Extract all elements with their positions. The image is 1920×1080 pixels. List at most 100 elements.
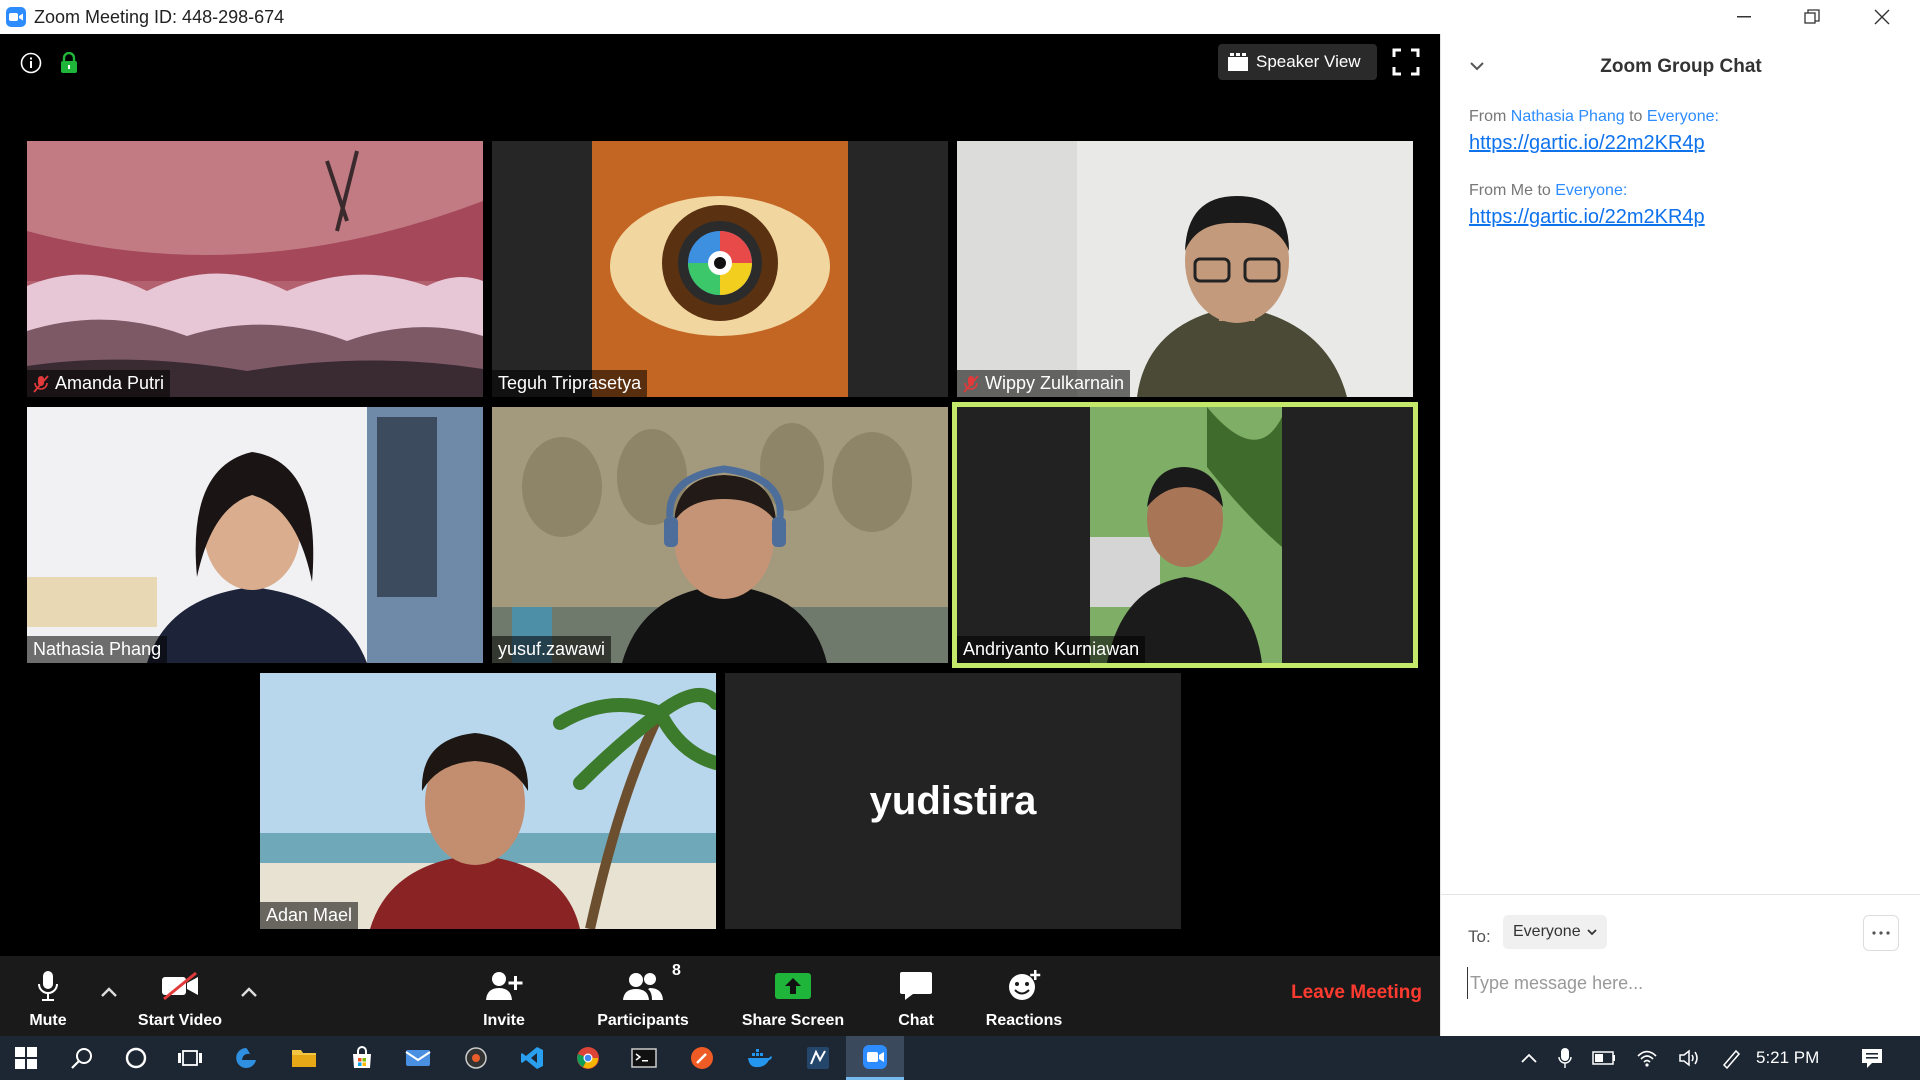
notification-icon [1862,1049,1882,1068]
title-bar: Zoom Meeting ID: 448-298-674 [0,0,1920,34]
taskbar-app[interactable] [392,1036,444,1080]
recipient-dropdown[interactable]: Everyone [1503,915,1607,949]
participant-tile[interactable]: Amanda Putri [27,141,483,397]
participant-tile[interactable]: Wippy Zulkarnain [957,141,1413,397]
chat-button[interactable]: Chat [888,956,944,1036]
cortana-circle-icon [125,1047,147,1069]
chat-message-link[interactable]: https://gartic.io/22m2KR4p [1469,206,1899,229]
message-recipient: Everyone: [1646,108,1719,125]
terminal-icon [631,1048,657,1068]
start-video-button[interactable]: Start Video [130,956,230,1036]
volume-icon[interactable] [1678,1048,1700,1068]
taskbar-app[interactable] [336,1036,388,1080]
info-icon[interactable] [20,52,42,74]
taskbar-app[interactable] [734,1036,786,1080]
chat-message-input[interactable] [1467,967,1892,999]
cortana-button[interactable] [110,1036,162,1080]
taskbar-app[interactable] [676,1036,728,1080]
mic-muted-icon [33,374,49,393]
participant-tile-active-speaker[interactable]: Andriyanto Kurniawan [952,402,1418,668]
meeting-toolbar: Mute Start Video Invite 8 Participants S… [0,956,1440,1036]
participant-tile[interactable]: yusuf.zawawi [492,407,948,663]
chat-icon [900,972,932,1000]
taskbar-app[interactable] [450,1036,502,1080]
participant-name: Teguh Triprasetya [498,373,642,393]
microphone-tray-icon[interactable] [1558,1047,1572,1069]
chat-message-link[interactable]: https://gartic.io/22m2KR4p [1469,132,1899,155]
audio-options-chevron-up-icon[interactable] [100,982,118,1003]
ellipsis-icon [1872,931,1890,935]
leave-meeting-button[interactable]: Leave Meeting [1291,982,1422,1004]
search-button[interactable] [56,1036,108,1080]
taskbar-app[interactable] [278,1036,330,1080]
emoji-add-icon [1009,970,1041,1000]
minimize-button[interactable] [1710,0,1778,34]
sql-tool-icon [807,1047,829,1069]
participants-button[interactable]: 8 Participants [592,956,694,1036]
task-view-icon [178,1050,202,1066]
invite-button[interactable]: Invite [474,956,534,1036]
participant-tile[interactable]: Adan Mael [260,673,716,929]
clock[interactable]: 5:21 PM [1756,1036,1819,1080]
meeting-status-icons [20,52,78,74]
speaker-view-button[interactable]: Speaker View [1218,44,1377,80]
participant-name: Wippy Zulkarnain [985,373,1125,393]
mic-muted-icon [963,374,979,393]
lock-icon[interactable] [60,52,78,74]
mute-button[interactable]: Mute [18,956,78,1036]
participants-label: Participants [597,1012,689,1029]
reactions-button[interactable]: Reactions [984,956,1064,1036]
chat-title: Zoom Group Chat [1600,56,1762,77]
participant-name: Amanda Putri [55,373,165,393]
grid-icon [1228,53,1248,71]
participant-name-large: yudistira [869,778,1037,823]
share-screen-button[interactable]: Share Screen [740,956,846,1036]
chrome-icon [577,1047,599,1069]
participant-tile[interactable]: Teguh Triprasetya [492,141,948,397]
from-prefix: From Me to [1469,182,1551,199]
taskbar-app[interactable] [618,1036,670,1080]
to-label: To: [1468,927,1491,946]
reactions-label: Reactions [985,1012,1063,1029]
battery-icon[interactable] [1592,1051,1616,1065]
taskbar-app[interactable] [506,1036,558,1080]
recipient-value: Everyone [1513,923,1581,940]
task-view-button[interactable] [164,1036,216,1080]
participant-tile[interactable]: Nathasia Phang [27,407,483,663]
chat-message: From Nathasia Phang to Everyone: https:/… [1469,108,1899,155]
pen-ink-icon[interactable] [1720,1047,1742,1069]
taskbar-app[interactable] [220,1036,272,1080]
search-icon [71,1048,92,1069]
system-tray [1520,1036,1742,1080]
wifi-icon[interactable] [1636,1048,1658,1068]
participant-name-label: Adan Mael [260,902,359,929]
to-word: to [1629,108,1643,125]
participant-tile-video-off[interactable]: yudistira [725,673,1181,929]
restore-button[interactable] [1778,0,1846,34]
close-button[interactable] [1848,0,1916,34]
chat-more-options-button[interactable] [1863,915,1899,951]
taskbar-app[interactable] [562,1036,614,1080]
chevron-down-icon [1586,928,1597,935]
fullscreen-icon[interactable] [1392,48,1420,76]
start-button[interactable] [0,1036,52,1080]
taskbar-app-zoom-active[interactable] [846,1036,904,1080]
video-options-chevron-up-icon[interactable] [240,982,258,1003]
participant-video [27,407,483,663]
close-icon [1874,9,1890,25]
action-center-button[interactable] [1846,1036,1898,1080]
vscode-icon [521,1047,543,1069]
docker-icon [748,1049,772,1068]
store-icon [353,1046,371,1068]
chat-message-header: From Me to Everyone: [1469,182,1899,200]
taskbar-app[interactable] [792,1036,844,1080]
share-screen-label: Share Screen [741,1012,845,1029]
participants-icon [623,973,663,1000]
participant-video [27,141,483,397]
edge-browser-icon [236,1048,256,1068]
show-hidden-icons-chevron-up-icon[interactable] [1520,1052,1538,1064]
participant-name-label: yusuf.zawawi [492,636,612,663]
invite-label: Invite [483,1012,525,1029]
message-sender: Nathasia Phang [1510,108,1625,125]
share-screen-icon [775,973,811,999]
